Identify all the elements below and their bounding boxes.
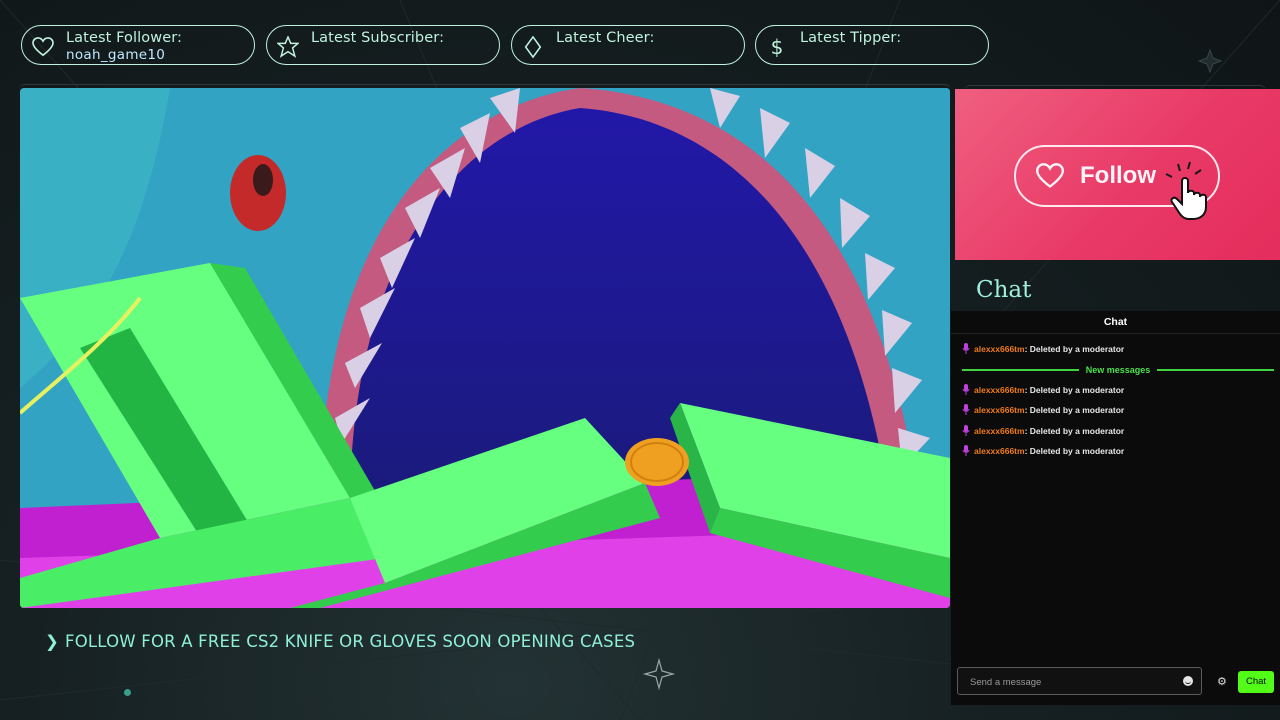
- diamond-icon: [522, 36, 544, 58]
- stream-video[interactable]: [20, 88, 950, 608]
- latest-follower-alert: Latest Follower: noah_game10: [21, 25, 255, 65]
- gear-icon[interactable]: ⚙: [1217, 677, 1227, 688]
- chat-panel: Chat alexxx666tm: Deleted by a moderator…: [951, 311, 1280, 705]
- chat-message: alexxx666tm: Deleted by a moderator: [962, 445, 1124, 456]
- new-messages-divider: New messages: [962, 364, 1275, 376]
- microphone-icon: [962, 404, 970, 415]
- chat-username[interactable]: alexxx666tm: [974, 426, 1025, 436]
- send-message-input[interactable]: [958, 668, 1182, 696]
- chat-section-heading: Chat: [976, 277, 1032, 303]
- emoji-icon[interactable]: [1183, 676, 1193, 686]
- follow-panel: Follow: [955, 89, 1280, 260]
- chat-username[interactable]: alexxx666tm: [974, 446, 1025, 456]
- hand-pointer-icon: [1165, 161, 1207, 220]
- chevron-right-icon: ❯: [45, 632, 60, 651]
- chat-title: Chat: [951, 311, 1280, 334]
- heart-icon: [32, 36, 54, 58]
- latest-cheer-alert: Latest Cheer:: [511, 25, 745, 65]
- sparkle-icon: [1197, 48, 1223, 74]
- decorative-dot: [124, 689, 131, 696]
- sparkle-icon: [642, 657, 676, 691]
- chat-username[interactable]: alexxx666tm: [974, 385, 1025, 395]
- chat-text: : Deleted by a moderator: [1024, 343, 1125, 354]
- alert-label: Latest Follower:: [66, 30, 183, 46]
- chat-text: : Deleted by a moderator: [1024, 404, 1125, 415]
- new-messages-label: New messages: [1085, 365, 1151, 375]
- chat-message: alexxx666tm: Deleted by a moderator: [962, 384, 1124, 395]
- heart-icon: [1036, 163, 1064, 188]
- chat-username[interactable]: alexxx666tm: [974, 344, 1025, 354]
- microphone-icon: [962, 425, 970, 436]
- dollar-icon: $: [770, 35, 784, 59]
- chat-text: : Deleted by a moderator: [1024, 445, 1125, 456]
- ticker-text: FOLLOW FOR A FREE CS2 KNIFE OR GLOVES SO…: [65, 632, 636, 651]
- chat-text: : Deleted by a moderator: [1024, 425, 1125, 436]
- microphone-icon: [962, 384, 970, 395]
- chat-message: alexxx666tm: Deleted by a moderator: [962, 404, 1124, 415]
- latest-tipper-alert: $ Latest Tipper:: [755, 25, 989, 65]
- alert-value: noah_game10: [66, 47, 166, 63]
- send-chat-button[interactable]: Chat: [1238, 671, 1274, 693]
- latest-subscriber-alert: Latest Subscriber:: [266, 25, 500, 65]
- microphone-icon: [962, 445, 970, 456]
- alert-label: Latest Tipper:: [800, 30, 902, 46]
- alert-label: Latest Cheer:: [556, 30, 655, 46]
- chat-message: alexxx666tm: Deleted by a moderator: [962, 425, 1124, 436]
- game-scene-image: [20, 88, 950, 608]
- star-icon: [277, 36, 299, 58]
- chat-message: alexxx666tm: Deleted by a moderator: [962, 343, 1124, 354]
- microphone-icon: [962, 343, 970, 354]
- scrolling-ticker: ❯ FOLLOW FOR A FREE CS2 KNIFE OR GLOVES S…: [45, 632, 635, 651]
- chat-username[interactable]: alexxx666tm: [974, 405, 1025, 415]
- follow-label: Follow: [1080, 162, 1156, 189]
- alert-label: Latest Subscriber:: [311, 30, 445, 46]
- chat-text: : Deleted by a moderator: [1024, 384, 1125, 395]
- chat-input-box[interactable]: [957, 667, 1202, 696]
